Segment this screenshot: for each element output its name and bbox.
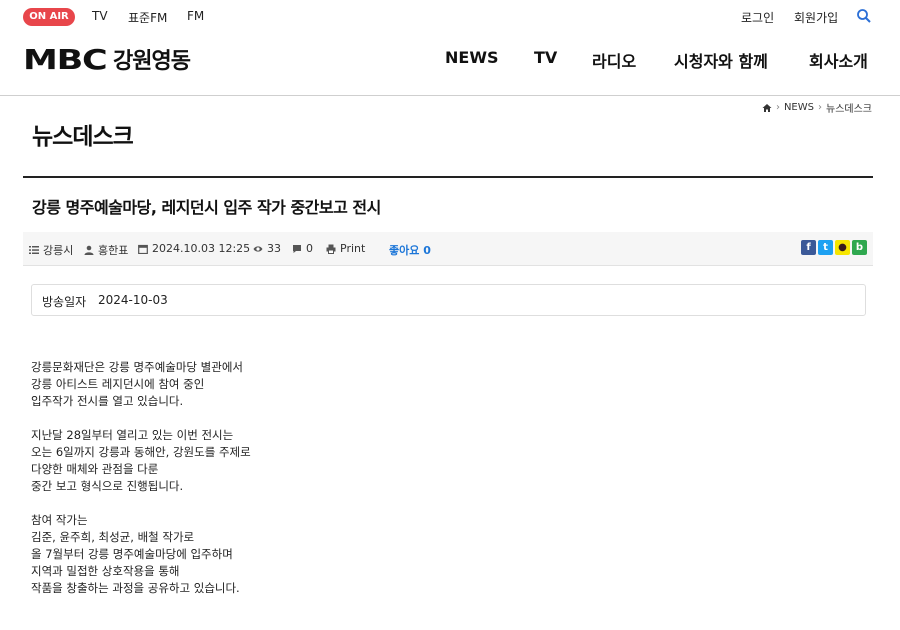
body-line: 작품을 창출하는 과정을 공유하고 있습니다. — [31, 581, 240, 595]
body-line: 오는 6일까지 강릉과 동해안, 강원도를 주제로 — [31, 445, 251, 459]
meta-views: 33 — [253, 242, 281, 255]
top-bar: ON AIR TV 표준FM FM 로그인 회원가입 — [0, 0, 900, 34]
band-share-icon[interactable]: b — [852, 240, 867, 255]
body-line: 지난달 28일부터 열리고 있는 이번 전시는 — [31, 428, 234, 442]
body-paragraph: 강릉문화재단은 강릉 명주예술마당 별관에서 강릉 아티스트 레지던시에 참여 … — [31, 359, 631, 410]
title-divider — [23, 176, 873, 178]
like-label: 좋아요 — [389, 244, 420, 257]
user-icon — [84, 245, 94, 255]
broadcast-date-value: 2024-10-03 — [98, 293, 168, 307]
body-line: 지역과 밀접한 상호작용을 통해 — [31, 564, 180, 578]
article-title: 강릉 명주예술마당, 레지던시 입주 작가 중간보고 전시 — [32, 198, 381, 217]
broadcast-date-label: 방송일자 — [42, 295, 87, 309]
body-line: 중간 보고 형식으로 진행됩니다. — [31, 479, 184, 493]
body-line: 김준, 윤주희, 최성균, 배철 작가로 — [31, 530, 195, 544]
facebook-share-icon[interactable]: f — [801, 240, 816, 255]
body-line: 참여 작가는 — [31, 513, 88, 527]
meta-comments[interactable]: 0 — [292, 242, 313, 255]
breadcrumb-news[interactable]: NEWS — [784, 102, 814, 113]
nav-tv[interactable]: TV — [534, 48, 557, 67]
body-line: 강릉 아티스트 레지던시에 참여 중인 — [31, 377, 205, 391]
article-meta-bar: 강릉시 홍한표 2024.10.03 12:25 33 0 Print 좋아요 … — [23, 232, 873, 266]
meta-author: 홍한표 — [84, 242, 128, 258]
body-paragraph: 지난달 28일부터 열리고 있는 이번 전시는 오는 6일까지 강릉과 동해안,… — [31, 427, 631, 495]
meta-datetime: 2024.10.03 12:25 — [138, 242, 250, 255]
logo-mbc: MBC — [23, 42, 108, 76]
meta-author-text: 홍한표 — [98, 244, 129, 257]
signup-link[interactable]: 회원가입 — [794, 9, 838, 26]
meta-datetime-text: 2024.10.03 12:25 — [152, 242, 251, 255]
top-link-standard-fm[interactable]: 표준FM — [128, 9, 167, 26]
top-link-tv[interactable]: TV — [92, 9, 108, 23]
list-icon — [29, 246, 39, 254]
nav-news[interactable]: NEWS — [445, 48, 499, 67]
body-line: 강릉문화재단은 강릉 명주예술마당 별관에서 — [31, 360, 243, 374]
nav-company[interactable]: 회사소개 — [809, 48, 868, 72]
nav-with-viewers[interactable]: 시청자와 함께 — [674, 48, 768, 72]
calendar-icon — [138, 244, 148, 254]
top-link-fm[interactable]: FM — [187, 9, 204, 23]
site-logo[interactable]: MBC 강원영동 — [23, 42, 191, 76]
like-count: 0 — [423, 244, 431, 257]
chevron-right-icon: › — [775, 102, 780, 113]
body-line: 올 7월부터 강릉 명주예술마당에 입주하며 — [31, 547, 233, 561]
meta-views-text: 33 — [267, 242, 281, 255]
search-icon[interactable] — [856, 8, 872, 24]
broadcast-date-box: 방송일자 2024-10-03 — [31, 284, 866, 316]
like-button[interactable]: 좋아요 0 — [389, 242, 431, 258]
meta-category[interactable]: 강릉시 — [29, 242, 73, 258]
meta-comments-text: 0 — [306, 242, 313, 255]
chevron-right-icon: › — [818, 102, 822, 113]
login-link[interactable]: 로그인 — [741, 9, 774, 26]
header-divider — [0, 95, 900, 96]
page-title: 뉴스데스크 — [32, 124, 134, 150]
meta-category-text: 강릉시 — [43, 244, 74, 257]
body-paragraph: 참여 작가는 김준, 윤주희, 최성균, 배철 작가로 올 7월부터 강릉 명주… — [31, 512, 631, 597]
breadcrumb-newsdesk[interactable]: 뉴스데스크 — [826, 100, 872, 115]
home-icon[interactable] — [762, 103, 772, 113]
on-air-badge[interactable]: ON AIR — [23, 8, 75, 26]
print-button[interactable]: Print — [326, 242, 365, 255]
breadcrumb: › NEWS › 뉴스데스크 — [762, 100, 872, 115]
nav-radio[interactable]: 라디오 — [592, 48, 636, 72]
eye-icon — [253, 245, 263, 252]
body-line: 입주작가 전시를 열고 있습니다. — [31, 394, 184, 408]
comment-icon — [293, 244, 301, 253]
article-body: 강릉문화재단은 강릉 명주예술마당 별관에서 강릉 아티스트 레지던시에 참여 … — [31, 359, 631, 614]
twitter-share-icon[interactable]: t — [818, 240, 833, 255]
print-label: Print — [340, 242, 366, 255]
kakao-share-icon[interactable]: ● — [835, 240, 850, 255]
body-line: 다양한 매체와 관점을 다룬 — [31, 462, 159, 476]
print-icon — [326, 244, 336, 254]
